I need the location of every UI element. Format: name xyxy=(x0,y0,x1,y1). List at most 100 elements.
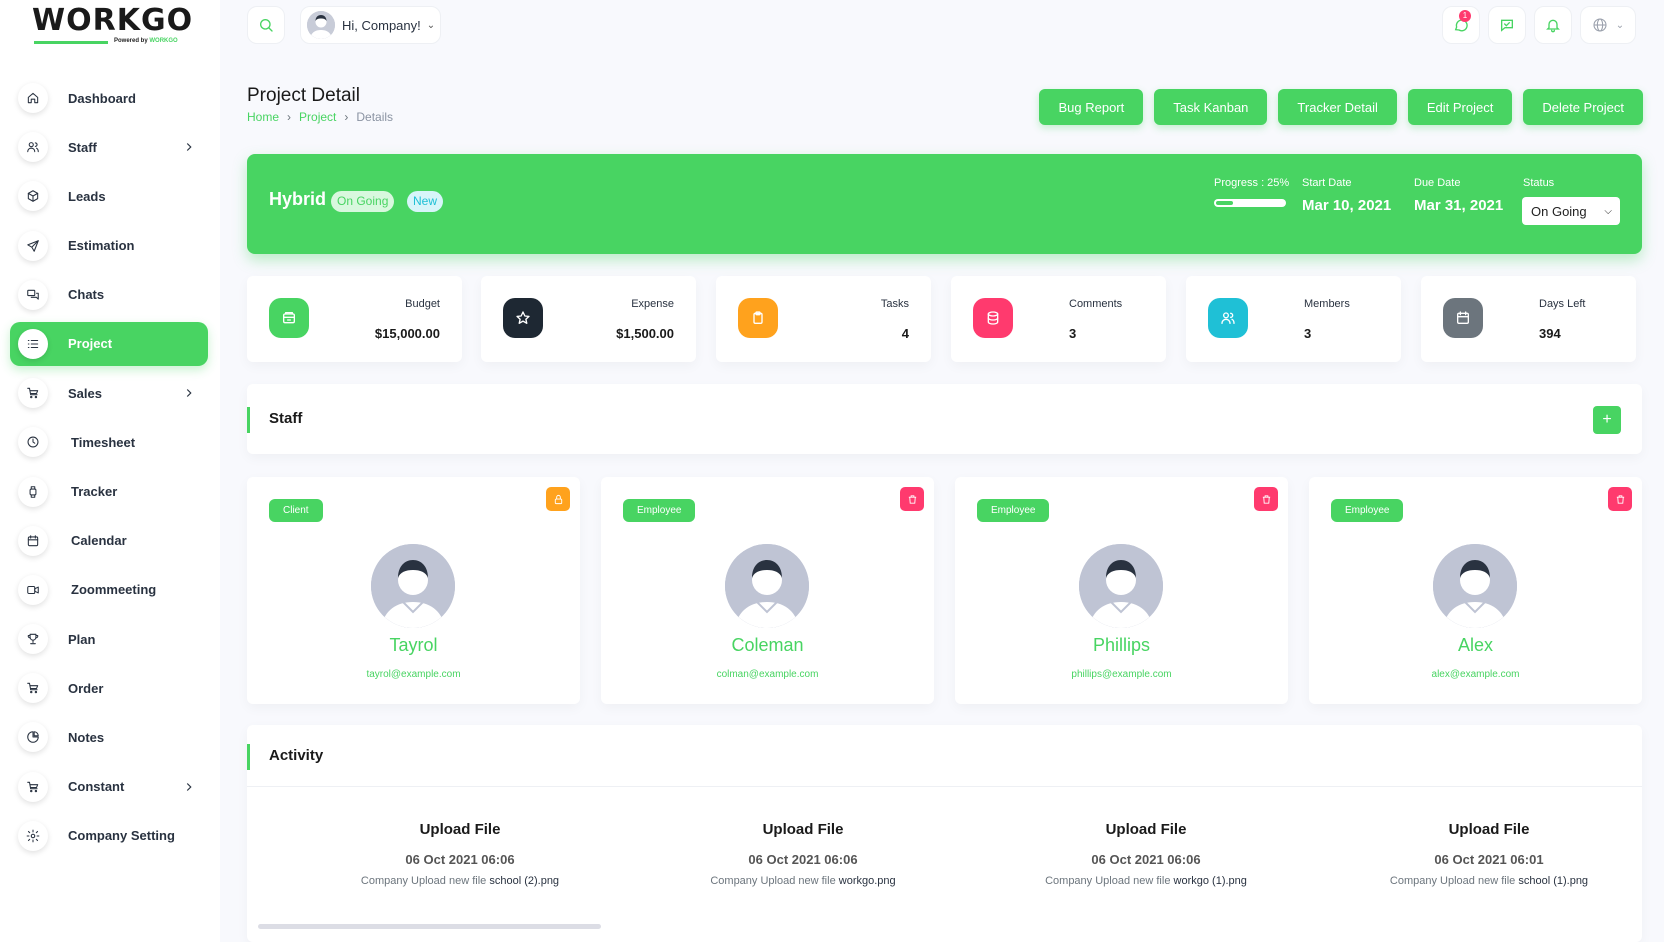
sidebar-item-staff[interactable]: Staff xyxy=(10,125,208,169)
task-kanban-button[interactable]: Task Kanban xyxy=(1154,89,1268,125)
edit-project-button[interactable]: Edit Project xyxy=(1407,89,1513,125)
member-email: alex@example.com xyxy=(1431,669,1520,680)
home-icon-wrapper xyxy=(18,83,48,113)
sidebar-item-project[interactable]: Project xyxy=(10,321,208,366)
status-label: Status xyxy=(1523,177,1555,189)
start-date-value: Mar 10, 2021 xyxy=(1302,197,1392,214)
messages-button[interactable]: 1 xyxy=(1442,6,1480,44)
activity-title: Upload File xyxy=(1105,821,1187,838)
sidebar-item-label: Calendar xyxy=(71,533,127,549)
stat-label: Days Left xyxy=(1539,298,1586,310)
sidebar-item-label: Dashboard xyxy=(68,90,136,106)
delete-button[interactable] xyxy=(1608,487,1632,511)
avatar xyxy=(1433,544,1517,628)
sidebar-item-sales[interactable]: Sales xyxy=(10,371,208,415)
sidebar-item-label: Leads xyxy=(68,188,106,204)
activity-date: 06 Oct 2021 06:06 xyxy=(1091,852,1201,867)
language-selector[interactable]: ⌄ xyxy=(1580,6,1636,44)
gear-icon xyxy=(26,829,40,843)
section-accent xyxy=(247,744,250,770)
sidebar-item-company-setting[interactable]: Company Setting xyxy=(10,814,208,858)
sidebar-item-order[interactable]: Order xyxy=(10,666,208,710)
stat-value: $1,500.00 xyxy=(616,326,674,341)
activity-file-link[interactable]: workgo.png xyxy=(839,875,896,887)
watch-icon-wrapper xyxy=(18,476,48,507)
sidebar-item-label: Timesheet xyxy=(71,434,136,450)
sidebar-item-zoommeeting[interactable]: Zoommeeting xyxy=(10,568,208,612)
activity-description: Company Upload new file school (2).png xyxy=(360,875,560,887)
stat-label: Expense xyxy=(631,298,674,310)
clipboard-icon xyxy=(753,311,763,324)
sidebar-item-tracker[interactable]: Tracker xyxy=(10,470,208,514)
notifications-button[interactable] xyxy=(1534,6,1572,44)
sidebar-item-label: Constant xyxy=(68,779,125,795)
clock-icon-wrapper xyxy=(18,427,48,458)
sidebar-item-leads[interactable]: Leads xyxy=(10,174,208,218)
support-button[interactable] xyxy=(1488,6,1526,44)
send-icon xyxy=(27,239,39,252)
sidebar-item-notes[interactable]: Notes xyxy=(10,715,208,759)
activity-description: Company Upload new file workgo (1).png xyxy=(1045,875,1247,887)
activity-file-link[interactable]: workgo (1).png xyxy=(1174,875,1247,887)
breadcrumb-home[interactable]: Home xyxy=(247,110,279,124)
project-banner: Hybrid On Going New Progress : 25% Start… xyxy=(247,154,1642,254)
member-name: Coleman xyxy=(731,635,804,655)
activity-date: 06 Oct 2021 06:06 xyxy=(405,852,515,867)
logo-powered-by: Powered by WORKGO xyxy=(114,38,178,44)
status-select[interactable]: On Going ⌵ xyxy=(1522,197,1620,225)
activity-date: 06 Oct 2021 06:01 xyxy=(1434,852,1544,867)
add-staff-button[interactable]: + xyxy=(1593,406,1621,434)
page-title: Project Detail xyxy=(247,85,360,106)
progress-label: Progress : 25% xyxy=(1214,177,1290,189)
stat-icon-wrapper xyxy=(1208,298,1248,338)
cart-icon-wrapper xyxy=(18,771,48,802)
due-date-label: Due Date xyxy=(1414,177,1461,189)
sidebar-item-estimation[interactable]: Estimation xyxy=(10,224,208,268)
stat-icon-wrapper xyxy=(1443,298,1483,338)
workgo-logo[interactable]: WORKGO Powered by WORKGO xyxy=(32,6,192,46)
delete-project-button[interactable]: Delete Project xyxy=(1523,89,1643,125)
box-icon-wrapper xyxy=(18,181,48,212)
staff-card: Client Tayrol tayrol@example.com xyxy=(247,477,580,704)
sidebar-item-label: Order xyxy=(68,680,104,696)
activity-file-link[interactable]: school (1).png xyxy=(1518,875,1588,887)
activity-item: Upload File 06 Oct 2021 06:06 Company Uplo… xyxy=(976,821,1316,887)
search-button[interactable] xyxy=(247,6,285,44)
user-menu[interactable]: Hi, Company! ⌄ xyxy=(300,6,441,44)
stat-card-tasks: Tasks 4 xyxy=(716,276,931,362)
activity-panel: Activity Upload File 06 Oct 2021 06:06 Com… xyxy=(247,725,1642,942)
horizontal-scrollbar[interactable] xyxy=(258,924,601,929)
cart-icon xyxy=(27,387,39,399)
stat-label: Comments xyxy=(1069,298,1123,310)
bug-report-button[interactable]: Bug Report xyxy=(1039,89,1144,125)
chat-icon xyxy=(27,289,39,300)
sidebar-item-constant[interactable]: Constant xyxy=(10,765,208,809)
calendar-icon xyxy=(1457,311,1469,324)
delete-button[interactable] xyxy=(900,487,924,511)
activity-file-link[interactable]: school (2).png xyxy=(489,875,559,887)
chevron-down-icon: ⌵ xyxy=(1604,205,1612,217)
progress-bar xyxy=(1214,199,1286,207)
lock-button[interactable] xyxy=(546,487,570,511)
video-icon xyxy=(27,585,39,594)
sidebar-item-plan[interactable]: Plan xyxy=(10,617,208,661)
sidebar-item-chats[interactable]: Chats xyxy=(10,273,208,317)
calendar-icon xyxy=(27,534,39,546)
tracker-detail-button[interactable]: Tracker Detail xyxy=(1278,89,1397,125)
member-email: tayrol@example.com xyxy=(366,669,461,680)
stat-card-comments: Comments 3 xyxy=(951,276,1166,362)
delete-button[interactable] xyxy=(1254,487,1278,511)
stat-value: 4 xyxy=(901,326,909,341)
sidebar-item-dashboard[interactable]: Dashboard xyxy=(10,76,208,120)
list-icon xyxy=(27,339,39,348)
breadcrumb-project[interactable]: Project xyxy=(299,110,336,124)
sidebar-item-timesheet[interactable]: Timesheet xyxy=(10,420,208,464)
member-name: Phillips xyxy=(1092,635,1151,655)
activity-description: Company Upload new file school (1).png xyxy=(1389,875,1589,887)
sidebar-item-calendar[interactable]: Calendar xyxy=(10,519,208,563)
avatar xyxy=(725,544,809,628)
stat-label: Members xyxy=(1304,298,1350,310)
member-email: colman@example.com xyxy=(716,669,819,680)
activity-item: Upload File 06 Oct 2021 06:06 Company Uplo… xyxy=(290,821,630,887)
star-icon xyxy=(516,311,530,324)
